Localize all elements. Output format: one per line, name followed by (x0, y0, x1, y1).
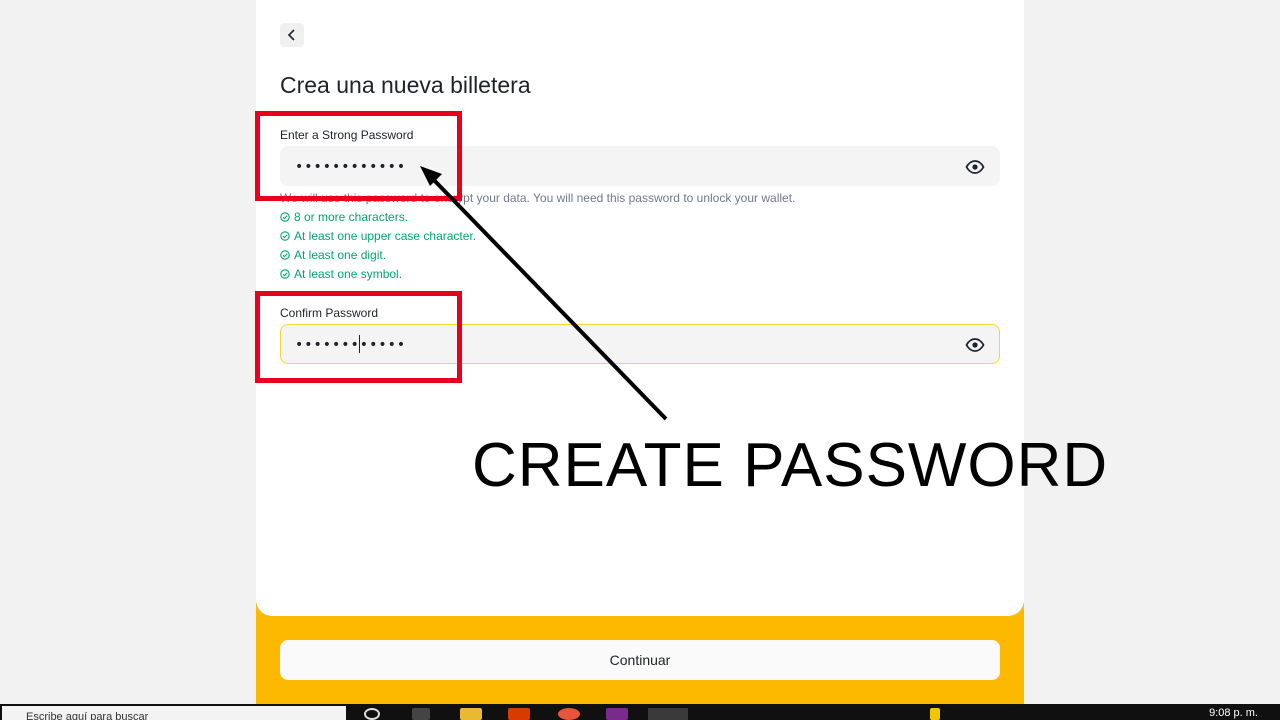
annotation-highlight-box (255, 111, 462, 201)
tray-icon[interactable] (930, 708, 940, 720)
annotation-caption: CREATE PASSWORD (472, 431, 1109, 500)
continue-button[interactable]: Continuar (280, 640, 1000, 680)
page-title: Crea una nueva billetera (280, 72, 531, 98)
search-icon[interactable] (364, 708, 380, 720)
back-button[interactable] (280, 23, 304, 47)
chevron-left-icon (287, 29, 295, 41)
rule-text: 8 or more characters. (294, 210, 409, 224)
rule-text: At least one digit. (294, 248, 387, 262)
folder-icon[interactable] (460, 708, 482, 720)
taskbar-search-input[interactable]: Escribe aquí para buscar (2, 706, 346, 720)
office-icon[interactable] (508, 708, 530, 720)
clock[interactable]: 9:08 p. m. (1209, 707, 1258, 719)
check-circle-icon (280, 231, 290, 241)
rule-text: At least one upper case character. (294, 229, 477, 243)
task-view-icon[interactable] (412, 708, 430, 720)
eye-icon[interactable] (965, 335, 985, 355)
app-icon[interactable] (606, 708, 628, 720)
check-circle-icon (280, 269, 290, 279)
browser-icon[interactable] (558, 708, 580, 720)
os-taskbar: Escribe aquí para buscar 9:08 p. m. (0, 704, 1280, 720)
rule-item: At least one upper case character. (280, 229, 476, 243)
annotation-highlight-box (255, 291, 462, 383)
rule-text: At least one symbol. (294, 267, 403, 281)
eye-icon[interactable] (965, 157, 985, 177)
check-circle-icon (280, 250, 290, 260)
check-circle-icon (280, 212, 290, 222)
rule-item: At least one digit. (280, 248, 386, 262)
rule-item: 8 or more characters. (280, 210, 408, 224)
wallet-app-icon[interactable] (648, 708, 688, 720)
rule-item: At least one symbol. (280, 267, 402, 281)
